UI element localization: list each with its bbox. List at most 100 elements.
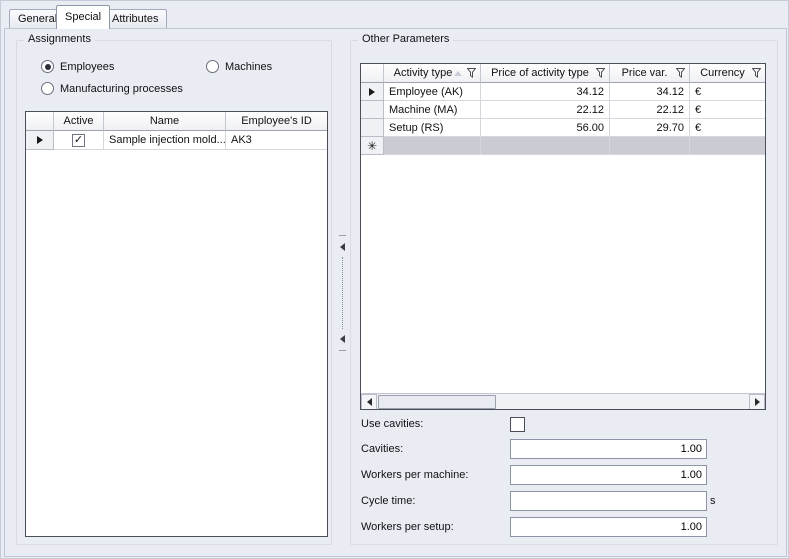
col-header-price-var-label: Price var.: [622, 67, 668, 79]
scroll-right-icon: [755, 398, 760, 406]
splitter-grip: [339, 350, 346, 351]
col-header-currency[interactable]: Currency: [690, 64, 765, 83]
row-header[interactable]: [361, 83, 384, 101]
col-header-price-var[interactable]: Price var.: [610, 64, 690, 83]
col-header-price-label: Price of activity type: [491, 67, 589, 79]
current-row-icon: [369, 88, 375, 96]
tab-attributes[interactable]: Attributes: [103, 9, 167, 29]
workers-per-setup-row: Workers per setup:: [351, 517, 777, 537]
col-header-name[interactable]: Name: [104, 112, 226, 131]
radio-selected-dot: [45, 64, 51, 70]
row-header[interactable]: [26, 131, 54, 150]
col-header-activity-type[interactable]: Activity type: [384, 64, 481, 83]
filter-icon[interactable]: [596, 68, 605, 78]
scroll-left-icon: [367, 398, 372, 406]
table-row: ✓ Sample injection mold... AK3: [26, 131, 327, 150]
radio-manufacturing-label: Manufacturing processes: [60, 83, 183, 95]
radio-employees-label: Employees: [60, 61, 114, 73]
table-row: Employee (AK) 34.12 34.12 €: [361, 83, 765, 101]
cycle-time-input[interactable]: [510, 491, 707, 511]
currency-cell[interactable]: €: [690, 119, 765, 137]
assignments-grid-header: Active Name Employee's ID: [26, 112, 327, 131]
activity-type-cell[interactable]: Employee (AK): [384, 83, 481, 101]
radio-machines-label: Machines: [225, 61, 272, 73]
radio-employees-circle: [41, 60, 54, 73]
parameters-grid-header: Activity type Price of activity type Pri…: [361, 64, 765, 83]
radio-employees[interactable]: Employees: [41, 60, 114, 73]
tab-special[interactable]: Special: [56, 5, 110, 29]
new-row-icon: ✳: [367, 141, 377, 151]
cycle-time-row: Cycle time: s: [351, 491, 777, 511]
currency-cell[interactable]: €: [690, 101, 765, 119]
workers-per-machine-label: Workers per machine:: [361, 469, 468, 481]
filter-icon[interactable]: [467, 68, 476, 78]
col-header-price-of-activity-type[interactable]: Price of activity type: [481, 64, 610, 83]
splitter-collapse-icon: [340, 243, 345, 251]
workers-per-machine-row: Workers per machine:: [351, 465, 777, 485]
active-cell[interactable]: ✓: [54, 131, 104, 150]
cycle-time-label: Cycle time:: [361, 495, 415, 507]
col-header-active[interactable]: Active: [54, 112, 104, 131]
other-parameters-grid: Activity type Price of activity type Pri…: [360, 63, 766, 410]
assignments-grid: Active Name Employee's ID ✓ Sample injec…: [25, 111, 328, 537]
new-row: ✳: [361, 137, 765, 155]
assignments-group-title: Assignments: [24, 33, 95, 45]
cavities-input[interactable]: [510, 439, 707, 459]
row-header[interactable]: [361, 119, 384, 137]
splitter-grip: [339, 235, 346, 236]
price-var-cell[interactable]: 34.12: [610, 83, 690, 101]
new-row-header[interactable]: ✳: [361, 137, 384, 155]
col-header-activity-type-label: Activity type: [394, 67, 453, 79]
filter-icon[interactable]: [752, 68, 761, 78]
grid-corner-cell[interactable]: [26, 112, 54, 131]
workers-per-machine-input[interactable]: [510, 465, 707, 485]
radio-machines-circle: [206, 60, 219, 73]
table-row: Machine (MA) 22.12 22.12 €: [361, 101, 765, 119]
price-cell[interactable]: 22.12: [481, 101, 610, 119]
horizontal-scrollbar[interactable]: [361, 393, 765, 409]
other-parameters-group: Other Parameters Activity type Price of …: [350, 40, 778, 545]
name-cell[interactable]: Sample injection mold...: [104, 131, 226, 150]
scrollbar-thumb[interactable]: [378, 395, 496, 409]
active-checkbox[interactable]: ✓: [72, 134, 85, 147]
new-row-cell[interactable]: [610, 137, 690, 155]
price-cell[interactable]: 56.00: [481, 119, 610, 137]
radio-manufacturing-circle: [41, 82, 54, 95]
filter-icon[interactable]: [676, 68, 685, 78]
activity-type-cell[interactable]: Machine (MA): [384, 101, 481, 119]
col-header-currency-label: Currency: [700, 67, 745, 79]
other-parameters-group-title: Other Parameters: [358, 33, 453, 45]
cavities-label: Cavities:: [361, 443, 403, 455]
price-var-cell[interactable]: 29.70: [610, 119, 690, 137]
currency-cell[interactable]: €: [690, 83, 765, 101]
price-cell[interactable]: 34.12: [481, 83, 610, 101]
properties-dialog: General Special Attributes Assignments E…: [0, 0, 789, 559]
col-header-employee-id[interactable]: Employee's ID: [226, 112, 327, 131]
scroll-right-button[interactable]: [749, 394, 765, 410]
check-icon: ✓: [74, 135, 83, 146]
workers-per-setup-label: Workers per setup:: [361, 521, 454, 533]
new-row-cell[interactable]: [690, 137, 765, 155]
radio-manufacturing-processes[interactable]: Manufacturing processes: [41, 82, 183, 95]
current-row-icon: [37, 136, 43, 144]
splitter[interactable]: [338, 235, 347, 351]
splitter-line: [342, 257, 343, 329]
tab-page-special: Assignments Employees Machines Manufactu…: [4, 28, 787, 557]
new-row-cell[interactable]: [481, 137, 610, 155]
scroll-left-button[interactable]: [361, 394, 377, 410]
workers-per-setup-input[interactable]: [510, 517, 707, 537]
row-header[interactable]: [361, 101, 384, 119]
splitter-collapse-icon: [340, 335, 345, 343]
activity-type-cell[interactable]: Setup (RS): [384, 119, 481, 137]
new-row-cell[interactable]: [384, 137, 481, 155]
sort-ascending-icon: [454, 71, 462, 76]
grid-corner-cell[interactable]: [361, 64, 384, 83]
radio-machines[interactable]: Machines: [206, 60, 272, 73]
use-cavities-label: Use cavities:: [361, 418, 423, 430]
use-cavities-checkbox[interactable]: ✓: [510, 417, 525, 432]
cycle-time-unit: s: [710, 495, 716, 507]
price-var-cell[interactable]: 22.12: [610, 101, 690, 119]
employee-id-cell[interactable]: AK3: [226, 131, 327, 150]
table-row: Setup (RS) 56.00 29.70 €: [361, 119, 765, 137]
use-cavities-row: Use cavities: ✓: [351, 414, 777, 434]
